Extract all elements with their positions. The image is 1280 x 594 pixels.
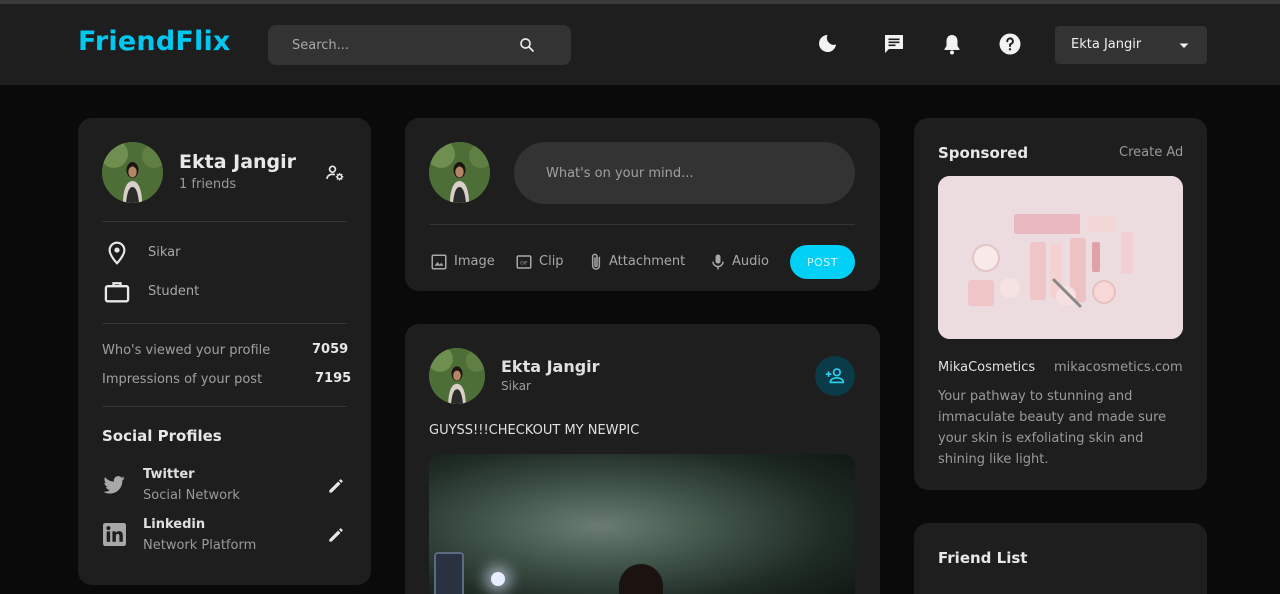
stat-value-impressions: 7195 bbox=[315, 371, 352, 386]
person-silhouette-icon bbox=[429, 348, 485, 404]
light-in-photo bbox=[491, 572, 505, 586]
person-silhouette-icon bbox=[429, 142, 490, 203]
search-icon[interactable] bbox=[518, 36, 536, 54]
svg-text:GIF: GIF bbox=[520, 260, 528, 266]
social-linkedin-type: Network Platform bbox=[143, 538, 257, 553]
paperclip-icon bbox=[591, 253, 601, 270]
person-add-icon bbox=[825, 368, 845, 384]
profile-name[interactable]: Ekta Jangir bbox=[179, 151, 296, 173]
person-silhouette-icon bbox=[102, 142, 163, 203]
location-pin-icon bbox=[108, 241, 126, 265]
twitter-icon bbox=[103, 476, 125, 494]
image-icon bbox=[431, 254, 447, 270]
post-button[interactable]: POST bbox=[790, 245, 855, 279]
social-twitter-name[interactable]: Twitter bbox=[143, 467, 195, 482]
stat-label-profile-views: Who's viewed your profile bbox=[102, 343, 271, 358]
social-twitter-type: Social Network bbox=[143, 488, 240, 503]
ad-description: Your pathway to stunning and immaculate … bbox=[938, 389, 1167, 467]
user-menu-name: Ekta Jangir bbox=[1071, 37, 1142, 52]
linkedin-icon bbox=[103, 523, 126, 546]
briefcase-icon bbox=[104, 282, 130, 303]
navbar: FriendFlix Ekta Jangir bbox=[0, 4, 1280, 85]
profile-avatar[interactable] bbox=[102, 142, 163, 203]
profile-card: Ekta Jangir 1 friends Sikar Student Who'… bbox=[78, 118, 371, 585]
phone-in-photo bbox=[434, 552, 464, 594]
search-bar bbox=[268, 25, 571, 65]
post-photo[interactable] bbox=[429, 454, 855, 594]
composer-action-label: Clip bbox=[539, 254, 564, 269]
stat-label-impressions: Impressions of your post bbox=[102, 372, 263, 387]
post-author-location: Sikar bbox=[501, 379, 531, 393]
cosmetics-product-image bbox=[938, 176, 1183, 339]
manage-accounts-icon[interactable] bbox=[325, 163, 345, 183]
app-logo[interactable]: FriendFlix bbox=[78, 26, 231, 57]
edit-pencil-icon[interactable] bbox=[326, 476, 346, 496]
ad-brand-name[interactable]: MikaCosmetics bbox=[938, 360, 1035, 375]
social-profiles-heading: Social Profiles bbox=[102, 427, 222, 445]
gif-icon: GIF bbox=[516, 255, 532, 269]
search-input[interactable] bbox=[268, 25, 518, 65]
sponsored-title: Sponsored bbox=[938, 144, 1029, 162]
post-composer-card: Image GIF Clip Attachment Audio POST bbox=[405, 118, 880, 291]
create-ad-link[interactable]: Create Ad bbox=[1119, 145, 1183, 160]
person-in-photo bbox=[619, 564, 663, 594]
profile-divider-3 bbox=[102, 406, 347, 407]
composer-divider bbox=[429, 224, 855, 225]
post-text: GUYSS!!!CHECKOUT MY NEWPIC bbox=[429, 423, 640, 438]
post-author-avatar[interactable] bbox=[429, 348, 485, 404]
composer-action-label: Audio bbox=[732, 254, 769, 269]
profile-divider-2 bbox=[102, 323, 347, 324]
post-author-name[interactable]: Ekta Jangir bbox=[501, 357, 600, 376]
chat-icon[interactable] bbox=[882, 32, 906, 56]
add-friend-button[interactable] bbox=[815, 356, 855, 396]
social-linkedin-name[interactable]: Linkedin bbox=[143, 517, 205, 532]
composer-action-label: Attachment bbox=[609, 254, 686, 269]
profile-occupation: Student bbox=[148, 284, 200, 299]
profile-divider-1 bbox=[102, 221, 347, 222]
ad-url[interactable]: mikacosmetics.com bbox=[1054, 360, 1183, 375]
friend-list-card: Friend List bbox=[914, 523, 1207, 594]
profile-friends-count: 1 friends bbox=[179, 177, 237, 192]
profile-location: Sikar bbox=[148, 245, 181, 260]
edit-pencil-icon[interactable] bbox=[326, 525, 346, 545]
composer-action-label: Image bbox=[454, 254, 495, 269]
ad-image[interactable] bbox=[938, 176, 1183, 339]
post-text-input[interactable] bbox=[514, 142, 855, 204]
help-icon[interactable] bbox=[998, 32, 1022, 56]
caret-down-icon bbox=[1179, 43, 1189, 48]
post-card: Ekta Jangir Sikar GUYSS!!!CHECKOUT MY NE… bbox=[405, 324, 880, 594]
user-menu-dropdown[interactable]: Ekta Jangir bbox=[1055, 26, 1207, 64]
composer-avatar bbox=[429, 142, 490, 203]
bell-icon[interactable] bbox=[940, 32, 964, 56]
stat-value-profile-views: 7059 bbox=[312, 342, 349, 357]
friend-list-title: Friend List bbox=[938, 549, 1028, 567]
sponsored-card: Sponsored Create Ad MikaCosmetics mikaco… bbox=[914, 118, 1207, 490]
moon-icon[interactable] bbox=[815, 32, 839, 56]
microphone-icon bbox=[712, 254, 724, 270]
